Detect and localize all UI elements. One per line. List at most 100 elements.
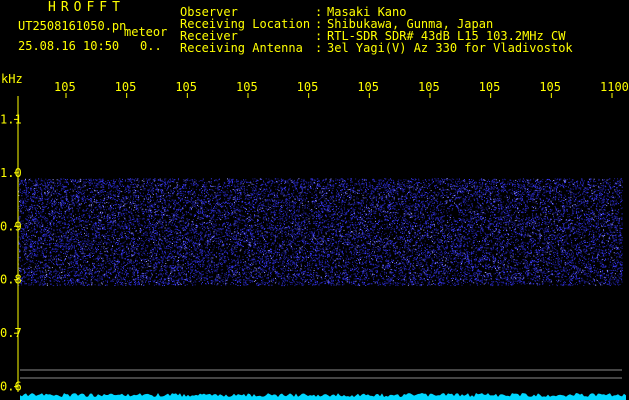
noise-dot (96, 271, 98, 273)
noise-dot (31, 250, 33, 251)
noise-dot (265, 213, 267, 215)
noise-dot (182, 186, 183, 187)
noise-dot (249, 265, 251, 267)
noise-dot (35, 218, 37, 220)
noise-dot (191, 228, 193, 230)
noise-dot (34, 201, 36, 203)
noise-dot (99, 277, 101, 279)
noise-dot (220, 228, 221, 230)
noise-dot (82, 252, 84, 254)
noise-dot (70, 179, 71, 180)
noise-dot (58, 254, 60, 256)
noise-dot (195, 248, 197, 250)
noise-dot (59, 216, 61, 218)
noise-dot (127, 237, 129, 239)
noise-dot (28, 275, 30, 277)
noise-dot (188, 239, 190, 241)
noise-dot (193, 255, 195, 257)
noise-dot (167, 215, 169, 217)
noise-dot (235, 217, 237, 218)
noise-dot (25, 248, 27, 249)
noise-dot (247, 226, 249, 228)
noise-dot (123, 261, 125, 263)
noise-dot (227, 257, 229, 259)
noise-dot (245, 249, 247, 251)
noise-dot (30, 198, 32, 200)
noise-dot (259, 194, 261, 196)
noise-dot (131, 276, 133, 278)
noise-dot (32, 257, 34, 259)
noise-dot (271, 198, 273, 200)
noise-dot (106, 197, 108, 199)
noise-dot (260, 242, 262, 244)
noise-dot (89, 264, 90, 266)
noise-dot (125, 235, 126, 237)
noise-dot (195, 269, 197, 271)
noise-dot (231, 207, 233, 209)
noise-dot (219, 239, 221, 241)
noise-dot (220, 275, 222, 277)
noise-dot (257, 207, 259, 209)
noise-dot (197, 245, 198, 247)
noise-dot (285, 204, 287, 206)
noise-dot (203, 226, 205, 228)
noise-dot (257, 282, 259, 284)
noise-dot (236, 263, 238, 265)
noise-dot (148, 222, 150, 224)
noise-dot (175, 221, 176, 223)
noise-dot (80, 181, 82, 182)
noise-dot (102, 212, 104, 214)
noise-dot (286, 256, 288, 258)
noise-dot (147, 182, 148, 184)
noise-dot (121, 254, 123, 256)
noise-dot (72, 247, 74, 249)
noise-dot (18, 259, 20, 261)
noise-dot (271, 199, 273, 201)
noise-dot (157, 183, 158, 185)
noise-dot (168, 184, 170, 186)
noise-dot (44, 192, 45, 194)
noise-dot (72, 208, 73, 210)
noise-dot (77, 259, 79, 261)
noise-dot (34, 250, 36, 252)
noise-dot (218, 242, 220, 244)
noise-dot (267, 232, 269, 234)
noise-dot (221, 256, 223, 258)
noise-dot (124, 197, 126, 199)
noise-dot (141, 254, 142, 256)
noise-dot (54, 184, 55, 186)
noise-dot (225, 283, 227, 285)
noise-dot (65, 248, 67, 250)
noise-dot (257, 238, 259, 240)
noise-dot (113, 215, 115, 216)
noise-dot (262, 207, 264, 209)
noise-dot (230, 275, 232, 277)
noise-dot (108, 207, 110, 209)
noise-dot (127, 280, 128, 282)
noise-dot (83, 235, 85, 237)
noise-dot (23, 228, 25, 230)
noise-dot (280, 186, 282, 188)
noise-dot (136, 260, 138, 262)
noise-dot (110, 208, 112, 210)
noise-dot (86, 262, 88, 263)
noise-dot (78, 196, 80, 198)
noise-dot (140, 238, 142, 240)
noise-dot (25, 268, 27, 270)
noise-dot (220, 212, 222, 214)
noise-dot (244, 238, 245, 240)
noise-dot (127, 178, 129, 180)
noise-dot (257, 200, 258, 202)
noise-dot (67, 283, 69, 285)
noise-dot (102, 243, 104, 245)
noise-dot (274, 225, 276, 227)
noise-dot (67, 189, 69, 191)
noise-dot (143, 183, 144, 185)
noise-dot (242, 259, 244, 260)
noise-dot (51, 239, 53, 241)
noise-dot (217, 238, 219, 240)
noise-dot (186, 233, 188, 235)
noise-dot (234, 237, 236, 239)
noise-dot (79, 264, 81, 266)
noise-dot (235, 198, 237, 200)
